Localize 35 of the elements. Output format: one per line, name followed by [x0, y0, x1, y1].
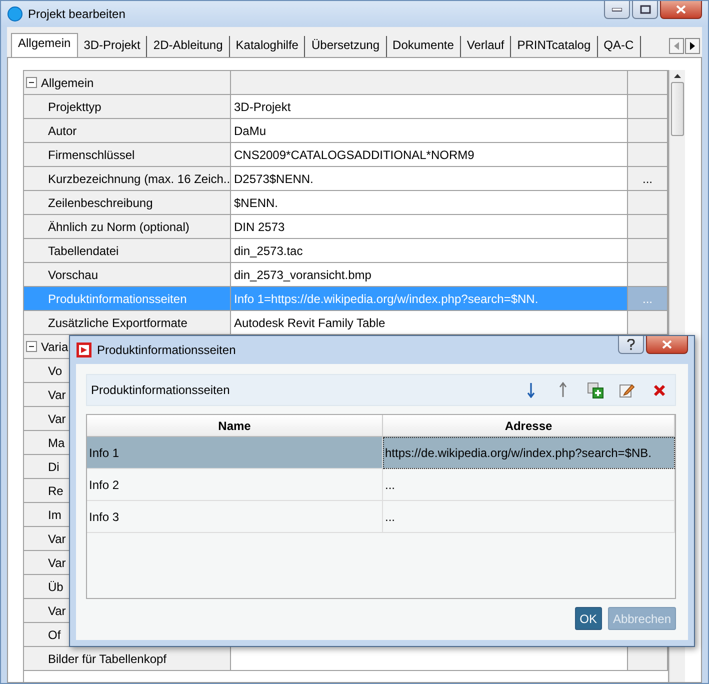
property-value[interactable]: CNS2009*CATALOGSADDITIONAL*NORM9	[231, 143, 628, 167]
table-cell[interactable]: Info 1	[87, 437, 383, 469]
property-name[interactable]: Projekttyp	[24, 95, 231, 119]
property-value[interactable]: $NENN.	[231, 191, 628, 215]
property-value[interactable]: DIN 2573	[231, 215, 628, 239]
table-cell[interactable]: Info 3	[87, 501, 383, 533]
property-name[interactable]: Autor	[24, 119, 231, 143]
property-name[interactable]: Bilder für Tabellenkopf	[24, 647, 231, 671]
property-name[interactable]: Vorschau	[24, 263, 231, 287]
property-value[interactable]: D2573$NENN.	[231, 167, 628, 191]
toolbar-title: Produktinformationsseiten	[91, 383, 231, 397]
column-header[interactable]: Adresse	[383, 415, 675, 437]
ok-button[interactable]: OK	[574, 607, 602, 630]
property-name[interactable]: Zusätzliche Exportformate	[24, 311, 231, 335]
property-value[interactable]: Autodesk Revit Family Table	[231, 311, 628, 335]
property-name[interactable]: Kurzbezeichnung (max. 16 Zeich...	[24, 167, 231, 191]
table-cell[interactable]: ...	[383, 501, 675, 533]
group-header: Allgemein	[41, 76, 94, 90]
property-value[interactable]: DaMu	[231, 119, 628, 143]
property-name[interactable]: Tabellendatei	[24, 239, 231, 263]
property-name[interactable]: Ähnlich zu Norm (optional)	[24, 215, 231, 239]
group-header: Varia	[41, 340, 68, 354]
column-header[interactable]: Name	[87, 415, 383, 437]
ellipsis-button[interactable]: ...	[628, 167, 668, 191]
dialog-title: Produktinformationsseiten	[97, 343, 237, 357]
table-cell[interactable]: https://de.wikipedia.org/w/index.php?search=$NB.	[383, 437, 675, 469]
property-value[interactable]: din_2573_voransicht.bmp	[231, 263, 628, 287]
window-title: Projekt bearbeiten	[28, 7, 126, 21]
property-name[interactable]: Zeilenbeschreibung	[24, 191, 231, 215]
tab[interactable]: Allgemein	[11, 33, 78, 57]
table-cell[interactable]: Info 2	[87, 469, 383, 501]
property-value[interactable]: din_2573.tac	[231, 239, 628, 263]
table-cell[interactable]: ...	[383, 469, 675, 501]
property-name[interactable]: Firmenschlüssel	[24, 143, 231, 167]
property-value[interactable]: 3D-Projekt	[231, 95, 628, 119]
